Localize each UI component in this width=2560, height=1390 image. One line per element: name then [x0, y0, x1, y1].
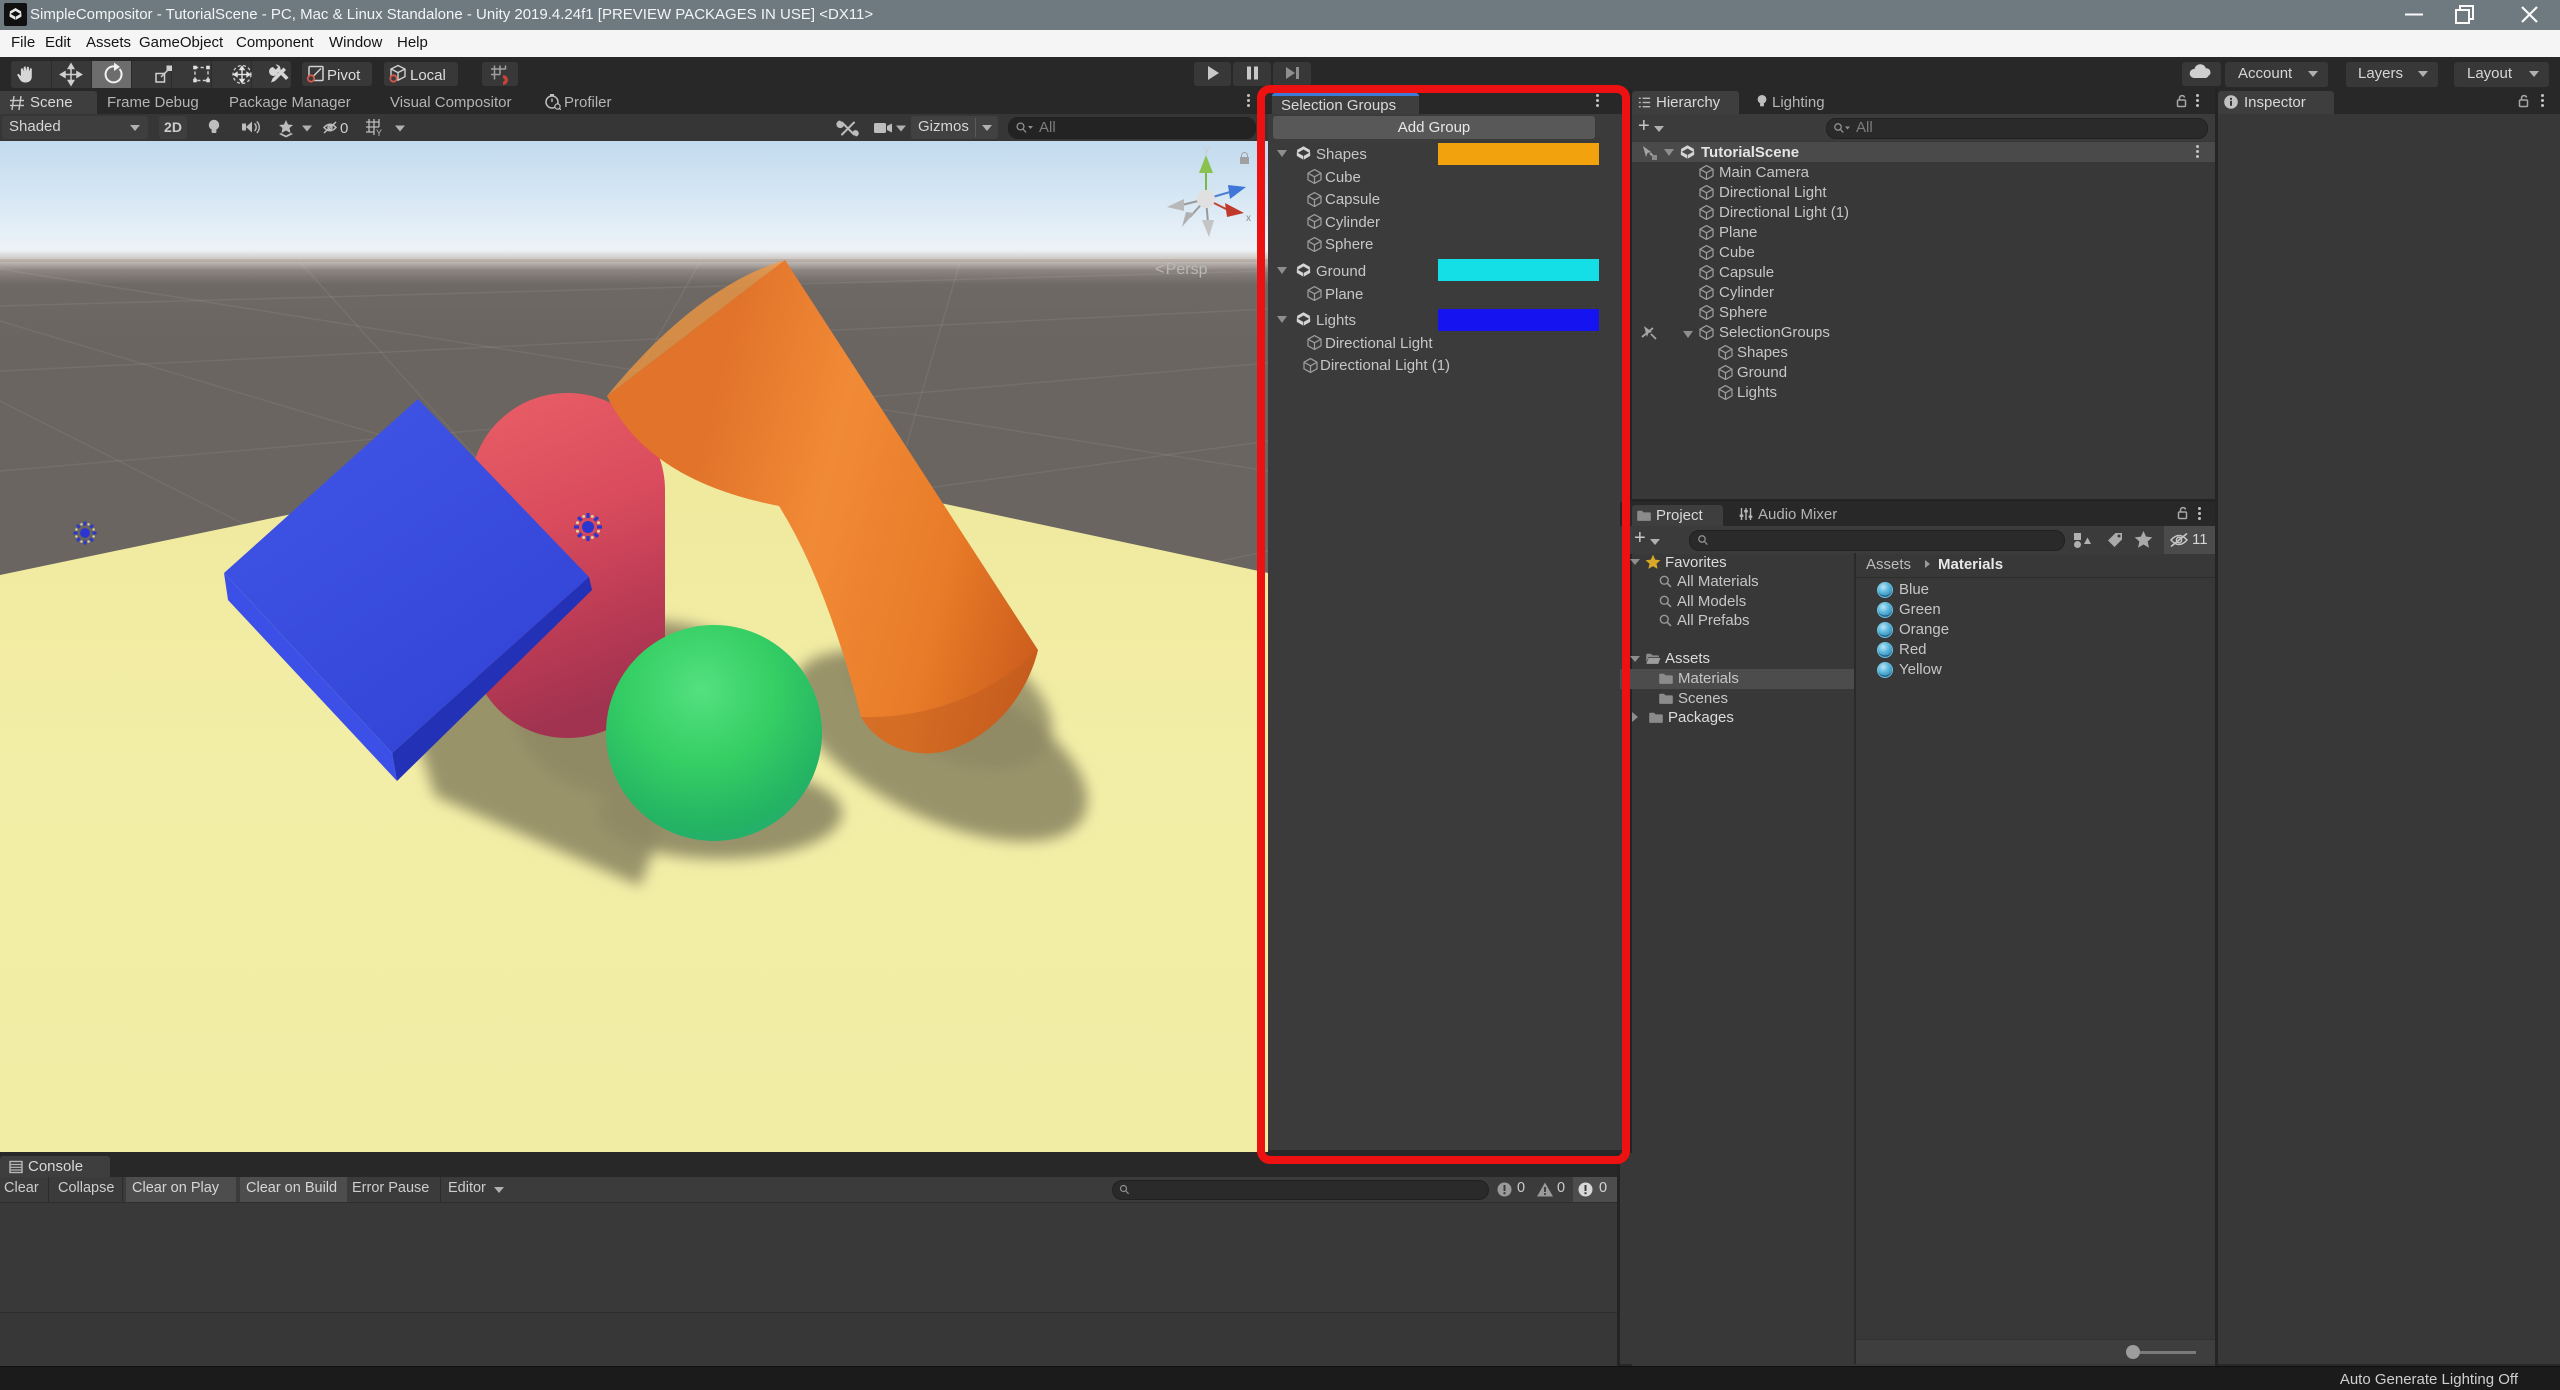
svg-text:Y: Y — [376, 128, 382, 138]
svg-text:< Persp: < Persp — [1155, 261, 1208, 278]
svg-text:0: 0 — [340, 120, 348, 137]
svg-text:x: x — [1246, 213, 1251, 224]
svg-text:y: y — [1204, 145, 1209, 156]
